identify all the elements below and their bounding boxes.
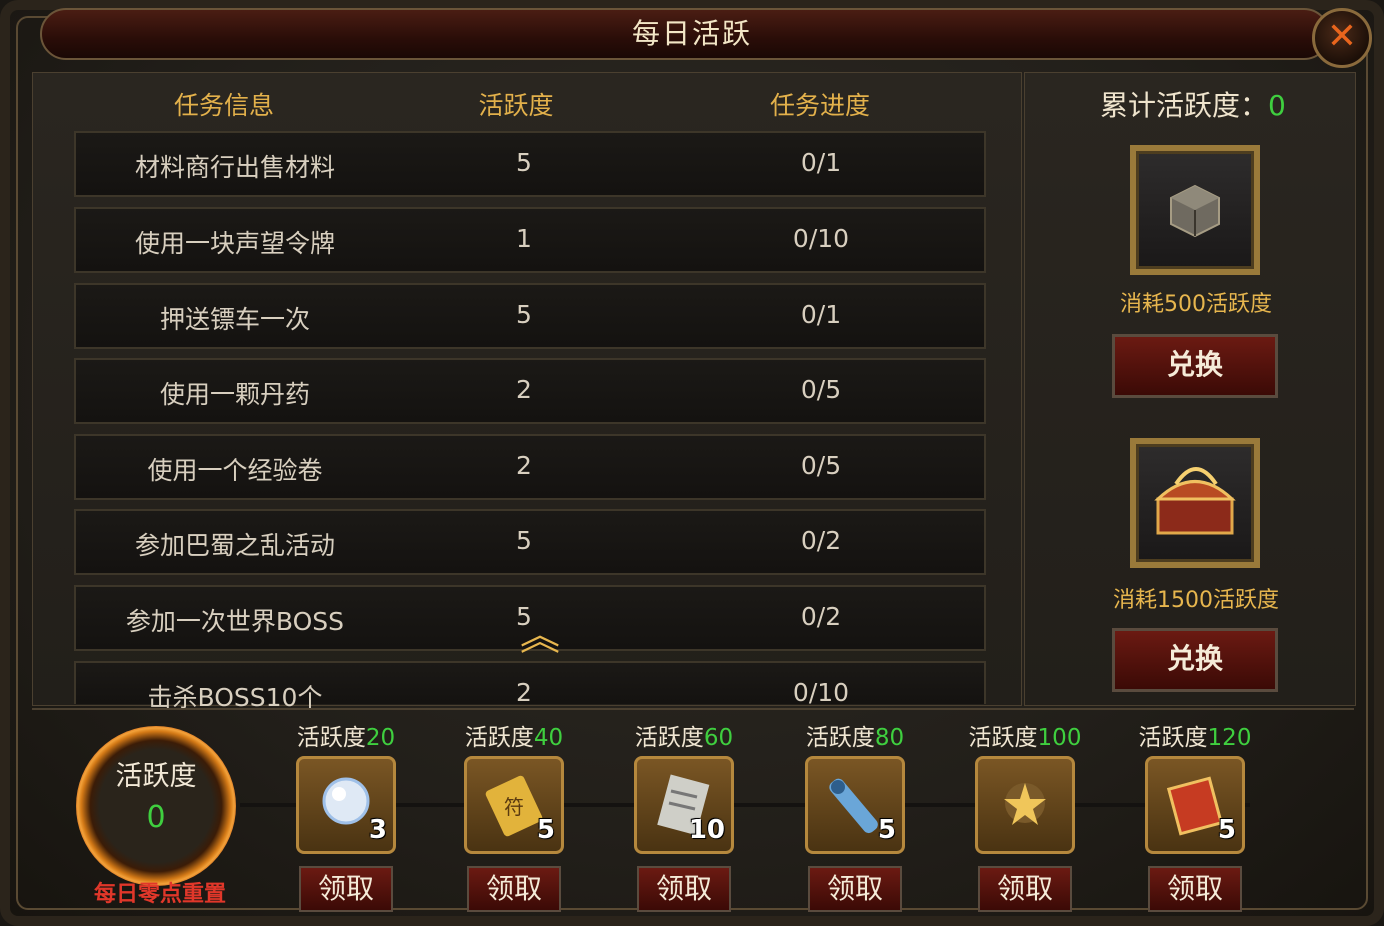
star-orb-icon: [1004, 783, 1046, 825]
activity-ring-label: 活跃度: [115, 761, 197, 792]
reward-count: 5: [877, 815, 896, 845]
reward-threshold-label: 活跃度: [634, 725, 704, 751]
task-name: 使用一个经验卷: [147, 456, 323, 485]
total-activity-value: 0: [1268, 89, 1286, 122]
reward-threshold-value: 100: [1037, 725, 1082, 751]
reward-threshold: 活跃度40: [439, 718, 589, 752]
reward-threshold-label: 活跃度: [1138, 725, 1208, 751]
task-row: 使用一个经验卷 2 0/5: [74, 434, 986, 500]
task-progress: 0/10: [792, 224, 850, 253]
task-name: 使用一颗丹药: [159, 380, 310, 409]
task-row: 材料商行出售材料 5 0/1: [74, 131, 986, 197]
task-progress: 0/5: [800, 451, 842, 480]
task-name: 参加巴蜀之乱活动: [134, 531, 335, 560]
task-name: 材料商行出售材料: [134, 153, 335, 182]
exchange-button[interactable]: 兑换: [1112, 628, 1278, 692]
task-name: 使用一块声望令牌: [134, 229, 335, 258]
task-points: 5: [516, 526, 532, 555]
task-points: 2: [516, 451, 532, 480]
task-progress: 0/1: [800, 300, 842, 329]
exchange-item-slot[interactable]: [1130, 145, 1260, 275]
reset-notice: 每日零点重置: [93, 882, 226, 907]
close-icon[interactable]: ✕: [1312, 8, 1372, 68]
header-progress: 任务进度: [769, 91, 870, 120]
reward-threshold: 活跃度60: [609, 718, 759, 752]
reward-count: 10: [688, 815, 725, 845]
reward-threshold: 活跃度120: [1120, 718, 1270, 752]
reward-item[interactable]: 3: [296, 756, 396, 854]
reward-threshold: 活跃度80: [780, 718, 930, 752]
reward-item[interactable]: 5: [1145, 756, 1245, 854]
task-points: 5: [516, 148, 532, 177]
task-row: 使用一颗丹药 2 0/5: [74, 358, 986, 424]
exchange-cost: 消耗1500活跃度: [1113, 588, 1279, 613]
task-row: 押送镖车一次 5 0/1: [74, 283, 986, 349]
header-task-info: 任务信息: [173, 91, 274, 120]
task-progress: 0/2: [800, 602, 842, 631]
task-progress: 0/1: [800, 148, 842, 177]
reward-threshold-label: 活跃度: [296, 725, 366, 751]
claim-button[interactable]: 领取: [299, 866, 393, 912]
reward-threshold: 活跃度100: [950, 718, 1100, 752]
claim-button[interactable]: 领取: [467, 866, 561, 912]
reward-threshold-label: 活跃度: [968, 725, 1038, 751]
exchange-item-slot[interactable]: [1130, 438, 1260, 568]
svg-text:符: 符: [504, 795, 524, 819]
reward-item[interactable]: 5: [805, 756, 905, 854]
task-name: 押送镖车一次: [159, 305, 310, 334]
reward-threshold: 活跃度20: [271, 718, 421, 752]
reward-threshold-label: 活跃度: [805, 725, 875, 751]
window-title: 每日活跃: [631, 17, 752, 50]
reward-threshold-value: 60: [703, 725, 734, 751]
claim-button[interactable]: 领取: [1148, 866, 1242, 912]
claim-button[interactable]: 领取: [637, 866, 731, 912]
claim-button[interactable]: 领取: [978, 866, 1072, 912]
reward-threshold-value: 80: [874, 725, 905, 751]
reward-item[interactable]: [975, 756, 1075, 854]
task-name: 参加一次世界BOSS: [125, 607, 345, 636]
reward-threshold-value: 120: [1207, 725, 1252, 751]
reward-threshold-label: 活跃度: [464, 725, 534, 751]
mystery-box-icon: [1170, 184, 1220, 238]
task-points: 1: [516, 224, 532, 253]
exchange-button[interactable]: 兑换: [1112, 334, 1278, 398]
reward-item[interactable]: 符5: [464, 756, 564, 854]
reward-count: 3: [368, 815, 387, 845]
reward-threshold-value: 20: [365, 725, 396, 751]
exchange-cost: 消耗500活跃度: [1120, 292, 1272, 317]
total-activity: 累计活跃度：0: [1100, 84, 1286, 124]
task-progress: 0/2: [800, 526, 842, 555]
golden-chest-icon: [1154, 467, 1236, 535]
reward-count: 5: [1217, 815, 1236, 845]
scroll-up-icon[interactable]: ︽: [518, 616, 562, 672]
claim-button[interactable]: 领取: [808, 866, 902, 912]
total-activity-label: 累计活跃度：: [1100, 89, 1269, 122]
task-row: 参加巴蜀之乱活动 5 0/2: [74, 509, 986, 575]
activity-ring-value: 0: [146, 800, 166, 835]
task-row: 使用一块声望令牌 1 0/10: [74, 207, 986, 273]
reward-threshold-value: 40: [533, 725, 564, 751]
reward-item[interactable]: 10: [634, 756, 734, 854]
task-progress: 0/5: [800, 375, 842, 404]
task-progress: 0/10: [792, 678, 850, 707]
task-points: 2: [516, 375, 532, 404]
reward-count: 5: [536, 815, 555, 845]
header-points: 活跃度: [478, 91, 554, 120]
task-points: 2: [516, 678, 532, 707]
task-points: 5: [516, 300, 532, 329]
